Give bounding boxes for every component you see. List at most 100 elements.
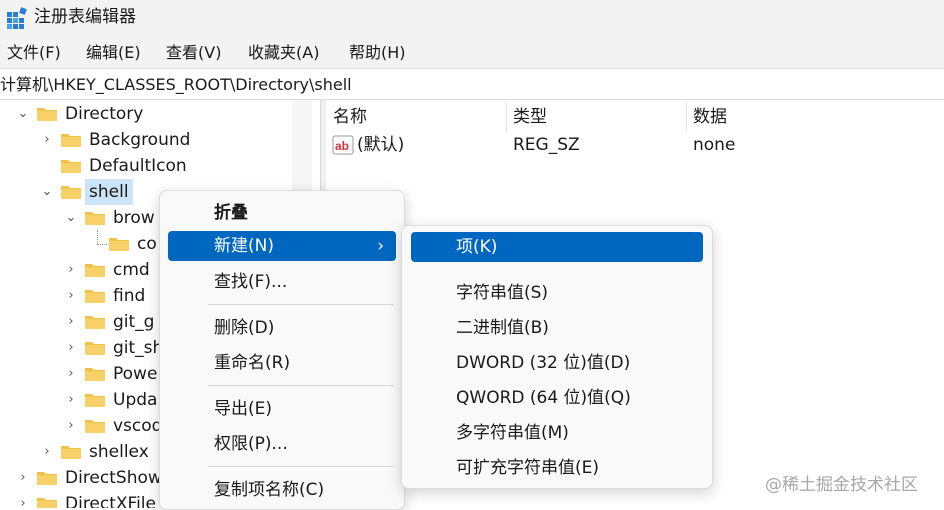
menu-item-label: 导出(E) <box>214 399 273 419</box>
column-header-data[interactable]: 数据 <box>693 104 727 130</box>
menu-item-find[interactable]: 查找(F)... <box>168 267 396 297</box>
tree-node-label: git_sh <box>113 338 164 358</box>
menu-item-new-key[interactable]: 项(K) <box>411 232 703 262</box>
menu-item-new-binary-value[interactable]: 二进制值(B) <box>411 313 703 343</box>
menu-item-permissions[interactable]: 权限(P)... <box>168 429 396 459</box>
menu-item-collapse[interactable]: 折叠 <box>168 198 396 228</box>
menu-item-label: 折叠 <box>214 203 248 223</box>
folder-icon <box>84 366 106 382</box>
chevron-right-icon[interactable]: › <box>64 257 78 283</box>
menu-item-new-string-value[interactable]: 字符串值(S) <box>411 278 703 308</box>
tree-node-label: co <box>137 234 157 254</box>
tree-node-label: git_g <box>113 312 155 332</box>
chevron-right-icon: › <box>377 236 384 256</box>
menu-item-new-multi-string-value[interactable]: 多字符串值(M) <box>411 418 703 448</box>
menu-item-label: 新建(N) <box>214 236 274 256</box>
value-name[interactable]: (默认) <box>357 132 404 158</box>
chevron-right-icon[interactable]: › <box>64 361 78 387</box>
menu-help[interactable]: 帮助(H) <box>349 42 406 64</box>
column-header-name[interactable]: 名称 <box>333 104 367 130</box>
folder-icon <box>36 106 58 122</box>
chevron-right-icon[interactable]: › <box>64 413 78 439</box>
folder-icon <box>60 184 82 200</box>
menu-divider <box>208 304 394 305</box>
menu-divider <box>208 385 394 386</box>
value-data: none <box>693 135 736 155</box>
menu-item-new[interactable]: 新建(N) › <box>168 231 396 261</box>
tree-node-background[interactable]: › Background <box>0 127 320 153</box>
menu-item-delete[interactable]: 删除(D) <box>168 313 396 343</box>
chevron-right-icon[interactable]: › <box>64 335 78 361</box>
string-value-icon: ab <box>332 135 354 155</box>
menu-item-label: 二进制值(B) <box>456 318 549 338</box>
menu-item-label: 项(K) <box>456 237 498 257</box>
menu-edit[interactable]: 编辑(E) <box>86 42 141 64</box>
chevron-down-icon[interactable]: ⌄ <box>16 101 30 127</box>
menu-item-label: 复制项名称(C) <box>214 480 325 500</box>
menu-item-export[interactable]: 导出(E) <box>168 394 396 424</box>
chevron-right-icon[interactable]: › <box>16 491 30 508</box>
chevron-right-icon[interactable]: › <box>64 283 78 309</box>
chevron-right-icon[interactable]: › <box>40 127 54 153</box>
folder-icon <box>84 340 106 356</box>
menu-item-rename[interactable]: 重命名(R) <box>168 348 396 378</box>
folder-icon <box>108 236 130 252</box>
folder-icon <box>36 496 58 508</box>
chevron-down-icon[interactable]: ⌄ <box>64 205 78 231</box>
folder-icon <box>84 418 106 434</box>
menu-favorites[interactable]: 收藏夹(A) <box>248 42 319 64</box>
watermark: @稀土掘金技术社区 <box>765 475 918 495</box>
chevron-right-icon[interactable]: › <box>64 309 78 335</box>
menu-item-label: 多字符串值(M) <box>456 423 569 443</box>
tree-node-label: DirectXFile <box>65 494 156 508</box>
menu-item-label: 查找(F)... <box>214 272 288 292</box>
address-bar[interactable]: 计算机\HKEY_CLASSES_ROOT\Directory\shell <box>0 68 944 100</box>
svg-text:ab: ab <box>335 139 349 153</box>
tree-node-directory[interactable]: ⌄ Directory <box>0 101 320 127</box>
tree-node-label: Powe <box>113 364 158 384</box>
chevron-down-icon[interactable]: ⌄ <box>40 179 54 205</box>
menu-item-label: DWORD (32 位)值(D) <box>456 353 631 373</box>
menu-item-copy-key-name[interactable]: 复制项名称(C) <box>168 475 396 505</box>
value-type: REG_SZ <box>513 135 580 155</box>
menu-divider <box>208 466 394 467</box>
folder-icon <box>60 132 82 148</box>
tree-node-label: Upda <box>113 390 158 410</box>
tree-node-label: vscod <box>113 416 163 436</box>
title-bar: 注册表编辑器 <box>0 0 944 36</box>
tree-node-label: Background <box>89 130 191 150</box>
chevron-right-icon[interactable]: › <box>16 465 30 491</box>
menu-item-new-expandable-string-value[interactable]: 可扩充字符串值(E) <box>411 453 703 483</box>
new-submenu: 项(K) 字符串值(S) 二进制值(B) DWORD (32 位)值(D) QW… <box>401 225 713 489</box>
tree-node-label: shellex <box>89 442 149 462</box>
folder-icon <box>36 470 58 486</box>
tree-node-label: Directory <box>65 104 144 124</box>
menu-view[interactable]: 查看(V) <box>166 42 221 64</box>
chevron-right-icon[interactable]: › <box>64 387 78 413</box>
menu-item-label: 删除(D) <box>214 318 275 338</box>
column-header-type[interactable]: 类型 <box>513 104 547 130</box>
menu-file[interactable]: 文件(F) <box>7 42 61 64</box>
folder-icon <box>84 262 106 278</box>
tree-node-label: cmd <box>113 260 150 280</box>
menu-item-label: 可扩充字符串值(E) <box>456 458 600 478</box>
menu-item-new-qword-value[interactable]: QWORD (64 位)值(Q) <box>411 383 703 413</box>
column-divider[interactable] <box>506 102 507 132</box>
tree-node-label: find <box>113 286 146 306</box>
folder-icon <box>84 314 106 330</box>
menu-item-label: 字符串值(S) <box>456 283 549 303</box>
registry-editor-icon <box>7 7 27 29</box>
menu-item-new-dword-value[interactable]: DWORD (32 位)值(D) <box>411 348 703 378</box>
folder-icon <box>84 392 106 408</box>
menu-item-label: 权限(P)... <box>214 434 288 454</box>
folder-icon <box>84 288 106 304</box>
tree-node-label: brow <box>113 208 155 228</box>
tree-node-label: DefaultIcon <box>89 156 187 176</box>
folder-icon <box>60 444 82 460</box>
tree-node-label: DirectShow <box>65 468 162 488</box>
menu-item-label: QWORD (64 位)值(Q) <box>456 388 631 408</box>
tree-node-defaulticon[interactable]: DefaultIcon <box>0 153 320 179</box>
column-divider[interactable] <box>686 102 687 132</box>
chevron-right-icon[interactable]: › <box>40 439 54 465</box>
address-path[interactable]: 计算机\HKEY_CLASSES_ROOT\Directory\shell <box>0 74 352 96</box>
